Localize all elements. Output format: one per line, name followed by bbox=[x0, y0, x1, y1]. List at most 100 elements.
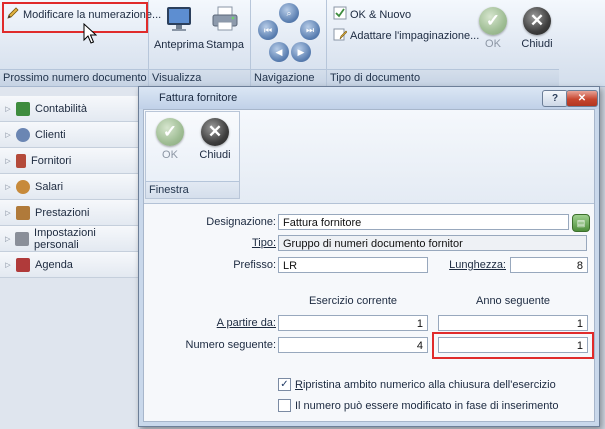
sidebar-item-label: Clienti bbox=[35, 128, 66, 141]
tools-icon bbox=[15, 231, 30, 246]
close-icon: ✕ bbox=[201, 118, 229, 146]
reset-range-label: Ripristina ambito numerico alla chiusura… bbox=[295, 378, 556, 391]
checkbox-checked-icon: ✓ bbox=[278, 378, 291, 391]
highlight-box bbox=[432, 332, 594, 359]
dialog-ok-button[interactable]: ✓ OK bbox=[152, 118, 188, 161]
next-number-current-field[interactable]: 4 bbox=[278, 337, 428, 353]
expand-arrow-icon: ▷ bbox=[5, 235, 11, 243]
layout-icon bbox=[333, 27, 348, 44]
editable-number-checkbox[interactable]: Il numero può essere modificato in fase … bbox=[278, 399, 559, 412]
reset-range-checkbox[interactable]: ✓ Ripristina ambito numerico alla chiusu… bbox=[278, 378, 556, 391]
ok-new-icon bbox=[333, 6, 347, 23]
length-field[interactable]: 8 bbox=[510, 257, 588, 273]
expand-arrow-icon: ▷ bbox=[5, 209, 11, 217]
close-label-ribbon: Chiudi bbox=[521, 38, 553, 50]
dialog-ok-label: OK bbox=[162, 149, 178, 161]
ribbon: Modificare la numerazione... Prossimo nu… bbox=[0, 0, 605, 87]
print-button[interactable]: Stampa bbox=[205, 5, 245, 51]
ribbon-group-label: Visualizza bbox=[149, 69, 250, 86]
sidebar-item-label: Agenda bbox=[35, 258, 73, 271]
last-record-icon[interactable]: ⏭ bbox=[300, 20, 320, 40]
next-record-icon[interactable]: ▶ bbox=[291, 42, 311, 62]
prefix-label: Prefisso: bbox=[233, 259, 276, 271]
ribbon-group-label: Tipo di documento bbox=[327, 69, 559, 86]
length-label: Lunghezza: bbox=[449, 259, 506, 271]
sidebar-item-label: Contabilità bbox=[35, 102, 87, 115]
sidebar-item-personal-settings[interactable]: ▷ Impostazioni personali bbox=[0, 226, 140, 252]
ribbon-group-label: Prossimo numero documento bbox=[0, 69, 148, 86]
ok-new-label: OK & Nuovo bbox=[350, 8, 412, 21]
dialog-toolbar: ✓ OK ✕ Chiudi Finestra bbox=[144, 110, 594, 204]
from-label: A partire da: bbox=[216, 317, 276, 329]
monitor-icon bbox=[164, 5, 194, 36]
toolbar-group-label: Finestra bbox=[146, 181, 239, 198]
ledger-icon bbox=[16, 101, 30, 116]
services-icon bbox=[16, 205, 30, 220]
checkbox-unchecked-icon bbox=[278, 399, 291, 412]
checkmark-icon: ✓ bbox=[156, 118, 184, 146]
editable-number-label: Il numero può essere modificato in fase … bbox=[295, 399, 559, 412]
dialog-title: Fattura fornitore bbox=[159, 92, 238, 104]
checkmark-icon: ✓ bbox=[479, 7, 507, 35]
salaries-icon bbox=[16, 179, 30, 194]
agenda-icon bbox=[16, 257, 30, 272]
sidebar-item-suppliers[interactable]: ▷ Fornitori bbox=[0, 148, 140, 174]
customers-icon bbox=[16, 127, 30, 142]
dialog-close-button[interactable]: ✕ Chiudi bbox=[195, 118, 235, 161]
search-icon[interactable]: ⌕ bbox=[279, 3, 299, 23]
print-label: Stampa bbox=[206, 39, 244, 51]
sidebar-item-services[interactable]: ▷ Prestazioni bbox=[0, 200, 140, 226]
designation-label: Designazione: bbox=[206, 216, 276, 228]
sidebar: ▷ Contabilità ▷ Clienti ▷ Fornitori ▷ Sa… bbox=[0, 87, 140, 429]
sidebar-item-salaries[interactable]: ▷ Salari bbox=[0, 174, 140, 200]
expand-arrow-icon: ▷ bbox=[5, 105, 11, 113]
sidebar-item-label: Salari bbox=[35, 180, 64, 193]
window-close-button[interactable]: ✕ bbox=[566, 90, 598, 107]
toolbar-group-window: ✓ OK ✕ Chiudi Finestra bbox=[145, 111, 240, 199]
ok-new-button[interactable]: OK & Nuovo bbox=[333, 6, 411, 23]
close-icon: ✕ bbox=[523, 7, 551, 35]
expand-arrow-icon: ▷ bbox=[5, 261, 11, 269]
preview-label: Anteprima bbox=[153, 39, 205, 51]
ribbon-group-label: Navigazione bbox=[251, 69, 326, 86]
ok-label-ribbon: OK bbox=[485, 38, 501, 50]
expand-arrow-icon: ▷ bbox=[5, 183, 11, 191]
dialog-titlebar[interactable]: Fattura fornitore ? ✕ bbox=[139, 87, 599, 109]
ribbon-group-navigation: ⌕ ⏮ ⏭ ◀ ▶ Navigazione bbox=[251, 0, 327, 86]
preview-button[interactable]: Anteprima bbox=[153, 5, 205, 51]
translate-icon[interactable]: ▤ bbox=[572, 214, 590, 232]
ok-button-ribbon[interactable]: ✓ OK bbox=[475, 7, 511, 50]
expand-arrow-icon: ▷ bbox=[5, 131, 11, 139]
column-current-year: Esercizio corrente bbox=[308, 295, 398, 307]
designation-field[interactable]: Fattura fornitore bbox=[278, 214, 569, 230]
ribbon-group-view: Anteprima Stampa Visualizza bbox=[149, 0, 251, 86]
type-label: Tipo: bbox=[251, 237, 276, 249]
help-button[interactable]: ? bbox=[542, 90, 568, 107]
first-record-icon[interactable]: ⏮ bbox=[258, 20, 278, 40]
adapt-layout-label: Adattare l'impaginazione... bbox=[350, 29, 480, 42]
printer-icon bbox=[210, 5, 240, 36]
from-current-field[interactable]: 1 bbox=[278, 315, 428, 331]
dialog-body: ✓ OK ✕ Chiudi Finestra Designazione: Fat… bbox=[143, 109, 595, 422]
sidebar-item-label: Impostazioni personali bbox=[34, 226, 96, 251]
column-next-year: Anno seguente bbox=[475, 295, 550, 307]
close-button-ribbon[interactable]: ✕ Chiudi bbox=[517, 7, 557, 50]
expand-arrow-icon: ▷ bbox=[5, 157, 11, 165]
sidebar-item-label: Fornitori bbox=[31, 154, 72, 167]
highlight-box bbox=[2, 2, 148, 33]
sidebar-item-agenda[interactable]: ▷ Agenda bbox=[0, 252, 140, 278]
previous-record-icon[interactable]: ◀ bbox=[269, 42, 289, 62]
sidebar-item-label: Prestazioni bbox=[35, 206, 90, 219]
dialog-window: Fattura fornitore ? ✕ ✓ OK ✕ Chiudi Fine… bbox=[138, 86, 600, 427]
next-number-label: Numero seguente: bbox=[185, 339, 277, 351]
adapt-layout-button[interactable]: Adattare l'impaginazione... bbox=[333, 27, 479, 44]
suppliers-icon bbox=[16, 153, 26, 168]
dialog-close-label: Chiudi bbox=[199, 149, 231, 161]
from-next-field[interactable]: 1 bbox=[438, 315, 588, 331]
sidebar-item-customers[interactable]: ▷ Clienti bbox=[0, 122, 140, 148]
type-field: Gruppo di numeri documento fornitor bbox=[278, 235, 587, 251]
ribbon-group-doctype: OK & Nuovo Adattare l'impaginazione... ✓… bbox=[327, 0, 559, 86]
sidebar-item-accounting[interactable]: ▷ Contabilità bbox=[0, 96, 140, 122]
prefix-field[interactable]: LR bbox=[278, 257, 428, 273]
mouse-cursor-icon bbox=[83, 22, 98, 48]
